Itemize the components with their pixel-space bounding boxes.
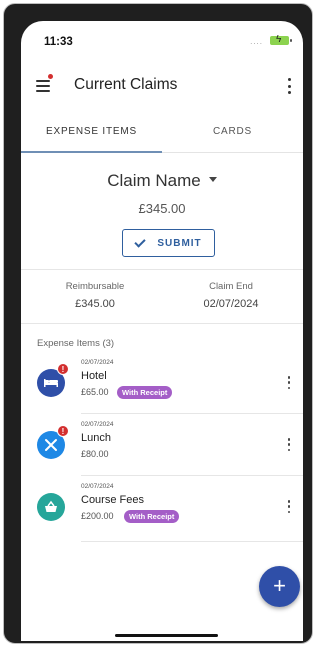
expense-item-lunch[interactable]: ! 02/07/2024 Lunch £80.00 xyxy=(21,417,303,479)
page-title: Current Claims xyxy=(74,76,178,93)
hamburger-icon[interactable] xyxy=(36,80,50,92)
add-expense-button[interactable]: + xyxy=(259,566,300,607)
tab-bar: EXPENSE ITEMS CARDS xyxy=(21,114,303,153)
item-name: Hotel xyxy=(81,370,107,382)
status-time: 11:33 xyxy=(44,36,73,48)
device-frame: 11:33 .... ϟ Current Claims EXPENSE ITEM… xyxy=(3,3,313,644)
alert-badge: ! xyxy=(57,363,69,375)
submit-button[interactable]: SUBMIT xyxy=(122,229,215,257)
submit-label: SUBMIT xyxy=(157,237,202,249)
claim-end-summary: Claim End 02/07/2024 xyxy=(171,281,291,310)
item-divider xyxy=(81,541,303,542)
caret-down-icon xyxy=(208,177,217,183)
item-date: 02/07/2024 xyxy=(81,359,114,366)
expense-item-hotel[interactable]: ! 02/07/2024 Hotel £65.00 With Receipt xyxy=(21,355,303,417)
item-date: 02/07/2024 xyxy=(81,421,114,428)
reimbursable-summary: Reimbursable £345.00 xyxy=(35,281,155,310)
claim-total: £345.00 xyxy=(138,201,186,216)
notification-dot xyxy=(48,74,53,79)
home-indicator[interactable] xyxy=(115,634,218,637)
item-amount: £200.00 xyxy=(81,511,114,521)
basket-icon xyxy=(37,493,65,521)
tab-cards[interactable]: CARDS xyxy=(162,114,303,152)
check-icon xyxy=(134,235,146,248)
item-more-icon[interactable] xyxy=(287,438,291,451)
reimbursable-label: Reimbursable xyxy=(65,281,125,292)
item-divider xyxy=(81,475,303,476)
claim-end-value: 02/07/2024 xyxy=(203,298,259,310)
phone-screen: 11:33 .... ϟ Current Claims EXPENSE ITEM… xyxy=(21,21,303,641)
receipt-badge: With Receipt xyxy=(117,386,173,399)
expense-item-course-fees[interactable]: 02/07/2024 Course Fees £200.00 With Rece… xyxy=(21,479,303,541)
battery-icon: ϟ xyxy=(270,34,292,45)
item-amount: £80.00 xyxy=(81,449,109,459)
tab-expense-items[interactable]: EXPENSE ITEMS xyxy=(21,114,162,153)
divider xyxy=(21,323,303,324)
expense-items-heading: Expense Items (3) xyxy=(37,338,115,349)
item-more-icon[interactable] xyxy=(287,376,291,389)
divider xyxy=(21,269,303,270)
reimbursable-value: £345.00 xyxy=(75,298,115,310)
app-bar: Current Claims xyxy=(21,61,303,113)
item-name: Course Fees xyxy=(81,494,144,506)
status-bar: 11:33 .... ϟ xyxy=(21,21,303,61)
item-date: 02/07/2024 xyxy=(81,483,114,490)
receipt-badge: With Receipt xyxy=(124,510,180,523)
claim-end-label: Claim End xyxy=(209,281,253,292)
item-amount: £65.00 xyxy=(81,387,109,397)
claim-name-dropdown[interactable]: Claim Name xyxy=(21,171,303,191)
signal-indicator: .... xyxy=(250,37,263,46)
item-more-icon[interactable] xyxy=(287,500,291,513)
alert-badge: ! xyxy=(57,425,69,437)
item-divider xyxy=(81,413,303,414)
overflow-menu-icon[interactable] xyxy=(283,78,295,94)
item-name: Lunch xyxy=(81,432,111,444)
claim-name-label: Claim Name xyxy=(107,171,201,190)
